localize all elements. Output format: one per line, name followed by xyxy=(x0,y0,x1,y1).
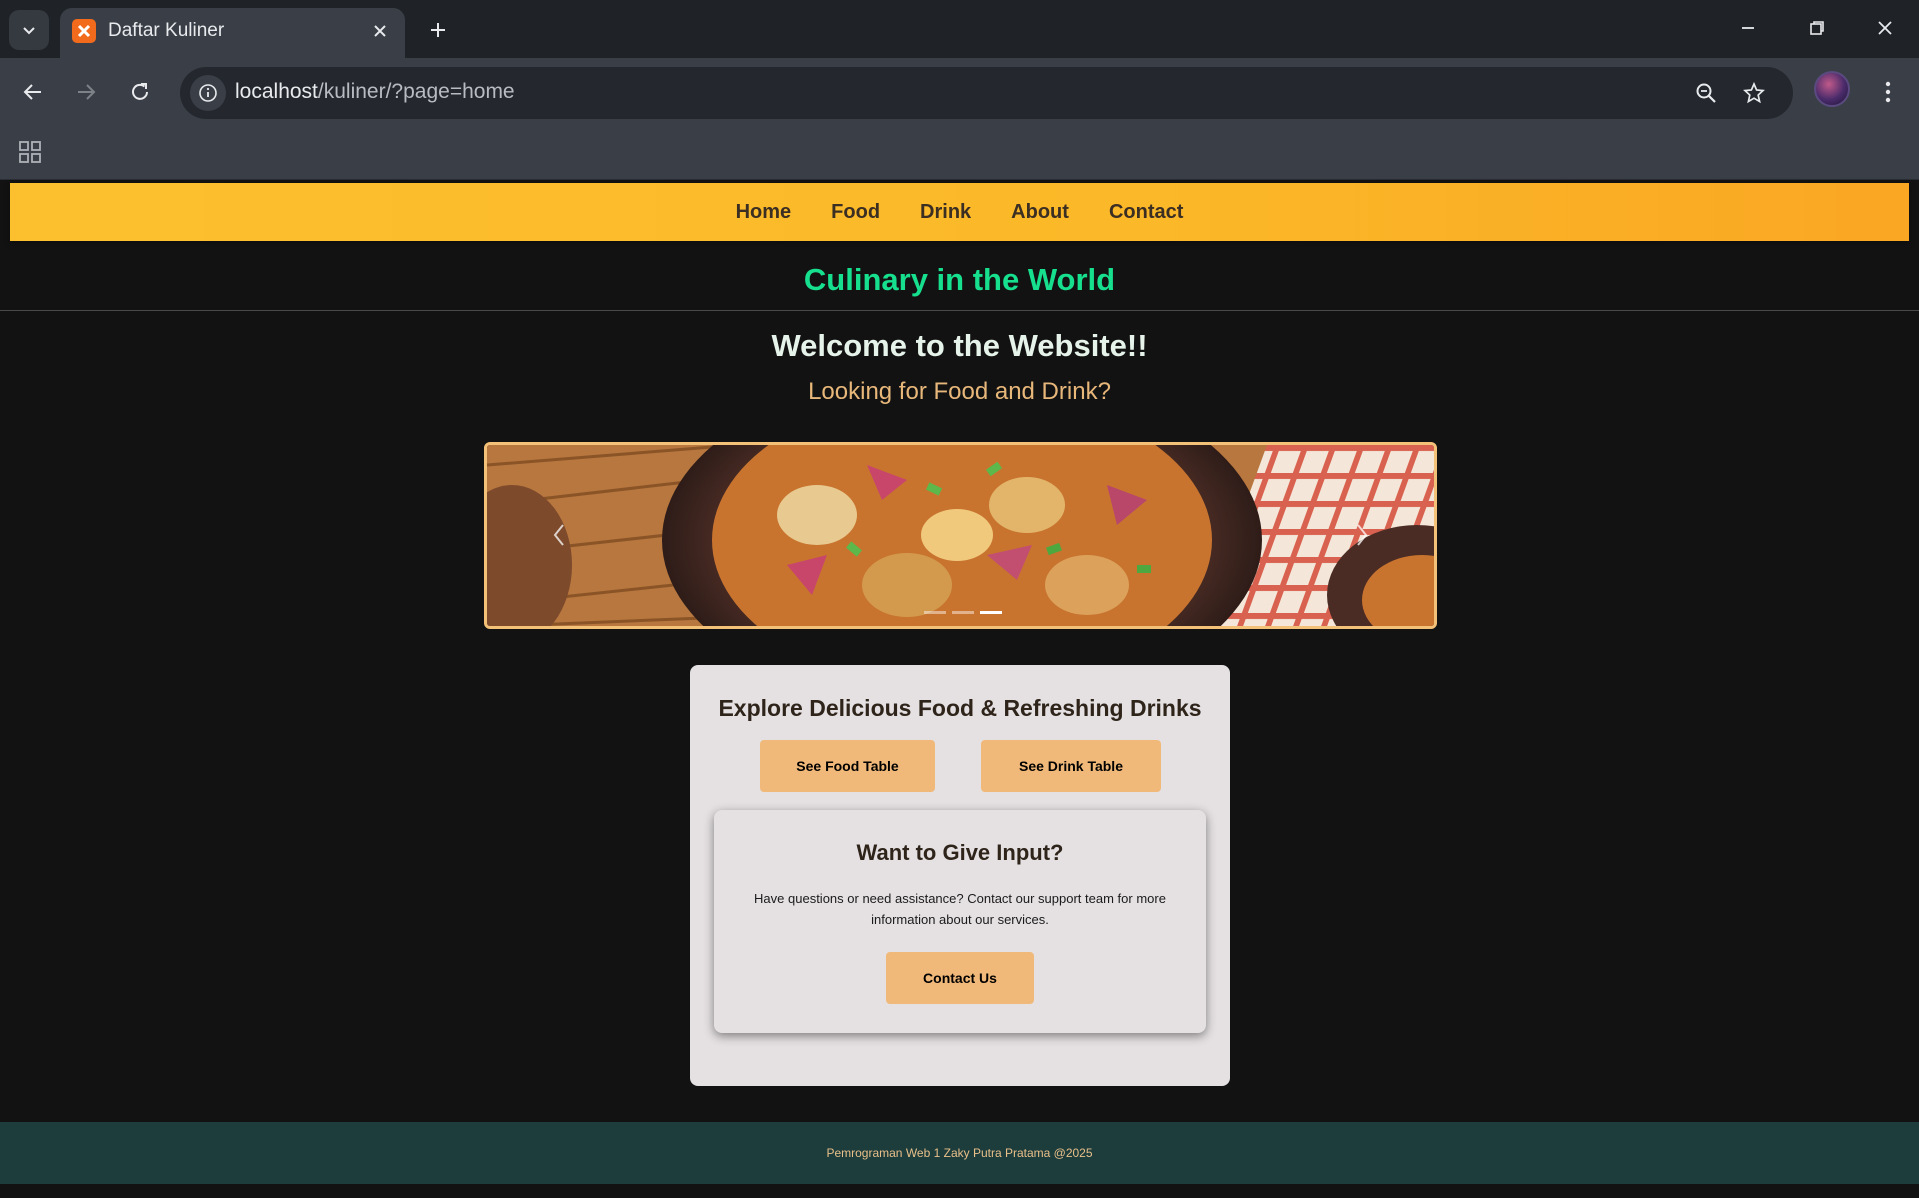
explore-title: Explore Delicious Food & Refreshing Drin… xyxy=(718,695,1202,721)
plus-icon xyxy=(431,23,445,37)
divider xyxy=(0,310,1919,311)
minimize-icon xyxy=(1742,27,1754,29)
food-carousel[interactable] xyxy=(484,442,1437,629)
bookmark-star-button[interactable] xyxy=(1737,76,1771,110)
site-footer: Pemrograman Web 1 Zaky Putra Pratama @20… xyxy=(0,1122,1919,1184)
restore-icon xyxy=(1810,21,1824,35)
carousel-indicators xyxy=(924,611,1002,614)
zoom-out-icon xyxy=(1696,83,1716,103)
see-drink-table-button[interactable]: See Drink Table xyxy=(981,740,1161,792)
web-page: Home Food Drink About Contact Culinary i… xyxy=(0,180,1919,1198)
profile-avatar[interactable] xyxy=(1814,71,1850,107)
close-window-button[interactable] xyxy=(1862,10,1908,46)
minimize-button[interactable] xyxy=(1725,10,1771,46)
back-button[interactable] xyxy=(13,72,53,112)
chevron-right-icon xyxy=(1357,524,1368,546)
more-vertical-icon xyxy=(1885,81,1891,103)
carousel-food-image xyxy=(487,445,1434,626)
nav-food[interactable]: Food xyxy=(811,201,900,224)
carousel-prev-button[interactable] xyxy=(545,521,573,549)
see-food-table-button[interactable]: See Food Table xyxy=(760,740,935,792)
footer-text: Pemrograman Web 1 Zaky Putra Pratama @20… xyxy=(826,1146,1093,1160)
reload-icon xyxy=(132,83,148,100)
chevron-left-icon xyxy=(553,524,564,546)
star-icon xyxy=(1743,82,1765,104)
apps-button[interactable] xyxy=(14,136,46,168)
url-path: /kuliner/?page=home xyxy=(317,80,515,103)
close-icon xyxy=(1878,21,1892,35)
url-text[interactable]: localhost/kuliner/?page=home xyxy=(235,80,515,104)
welcome-subtitle: Looking for Food and Drink? xyxy=(808,378,1111,405)
contact-us-button[interactable]: Contact Us xyxy=(886,952,1034,1004)
url-host: localhost xyxy=(235,80,318,103)
browser-tab-bar: Daftar Kuliner xyxy=(0,0,1919,58)
site-navbar: Home Food Drink About Contact xyxy=(10,183,1909,241)
browser-tab[interactable]: Daftar Kuliner xyxy=(60,8,405,58)
carousel-indicator[interactable] xyxy=(924,611,946,614)
apps-grid-icon xyxy=(19,141,41,163)
nav-about[interactable]: About xyxy=(991,201,1089,224)
bookmarks-bar xyxy=(0,128,1919,180)
input-description: Have questions or need assistance? Conta… xyxy=(754,891,1166,927)
reload-button[interactable] xyxy=(120,72,160,112)
browser-toolbar: localhost/kuliner/?page=home xyxy=(0,58,1919,128)
arrow-left-icon xyxy=(23,84,41,100)
carousel-next-button[interactable] xyxy=(1348,521,1376,549)
zoom-button[interactable] xyxy=(1689,76,1723,110)
restore-button[interactable] xyxy=(1794,10,1840,46)
site-info-button[interactable] xyxy=(190,75,226,111)
arrow-right-icon xyxy=(78,84,96,100)
nav-contact[interactable]: Contact xyxy=(1089,201,1203,224)
new-tab-button[interactable] xyxy=(422,14,454,46)
close-icon xyxy=(374,25,386,37)
input-card: Want to Give Input? Have questions or ne… xyxy=(714,810,1206,1033)
nav-drink[interactable]: Drink xyxy=(900,201,991,224)
input-title: Want to Give Input? xyxy=(856,840,1064,865)
info-icon xyxy=(199,84,217,102)
browser-menu-button[interactable] xyxy=(1870,72,1906,112)
nav-home[interactable]: Home xyxy=(716,201,812,224)
chevron-down-icon xyxy=(23,27,35,35)
carousel-indicator-active[interactable] xyxy=(980,611,1002,614)
xampp-favicon-icon xyxy=(72,19,96,43)
explore-card: Explore Delicious Food & Refreshing Drin… xyxy=(690,665,1230,1086)
carousel-indicator[interactable] xyxy=(952,611,974,614)
site-title: Culinary in the World xyxy=(803,262,1116,297)
welcome-heading: Welcome to the Website!! xyxy=(771,328,1148,363)
tab-close-button[interactable] xyxy=(367,18,393,44)
address-bar[interactable]: localhost/kuliner/?page=home xyxy=(180,67,1793,119)
forward-button[interactable] xyxy=(66,72,106,112)
tab-search-button[interactable] xyxy=(9,10,49,50)
tab-title: Daftar Kuliner xyxy=(108,20,225,41)
